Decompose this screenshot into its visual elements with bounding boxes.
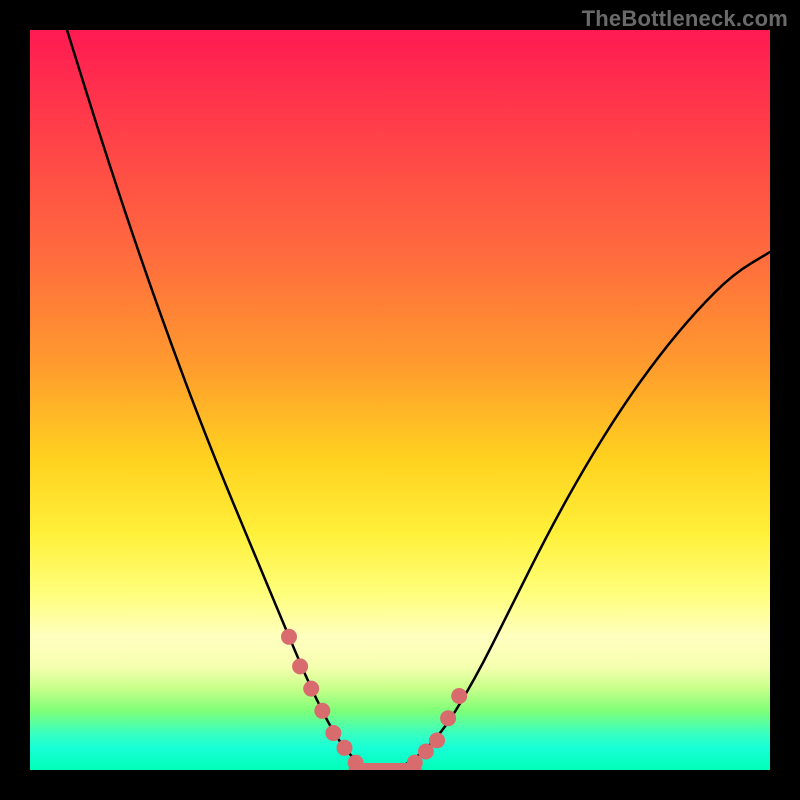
bottleneck-curve — [67, 30, 770, 770]
highlight-dot — [440, 710, 456, 726]
highlight-dots — [281, 629, 467, 770]
highlight-dot — [303, 681, 319, 697]
highlight-dot — [429, 732, 445, 748]
chart-frame: TheBottleneck.com — [0, 0, 800, 800]
highlight-dot — [451, 688, 467, 704]
watermark-text: TheBottleneck.com — [582, 6, 788, 32]
highlight-dot — [325, 725, 341, 741]
plot-area — [30, 30, 770, 770]
highlight-dot — [337, 740, 353, 756]
highlight-dot — [348, 755, 364, 770]
bottleneck-curve-svg — [30, 30, 770, 770]
highlight-dot — [281, 629, 297, 645]
highlight-dot — [292, 658, 308, 674]
highlight-dot — [314, 703, 330, 719]
